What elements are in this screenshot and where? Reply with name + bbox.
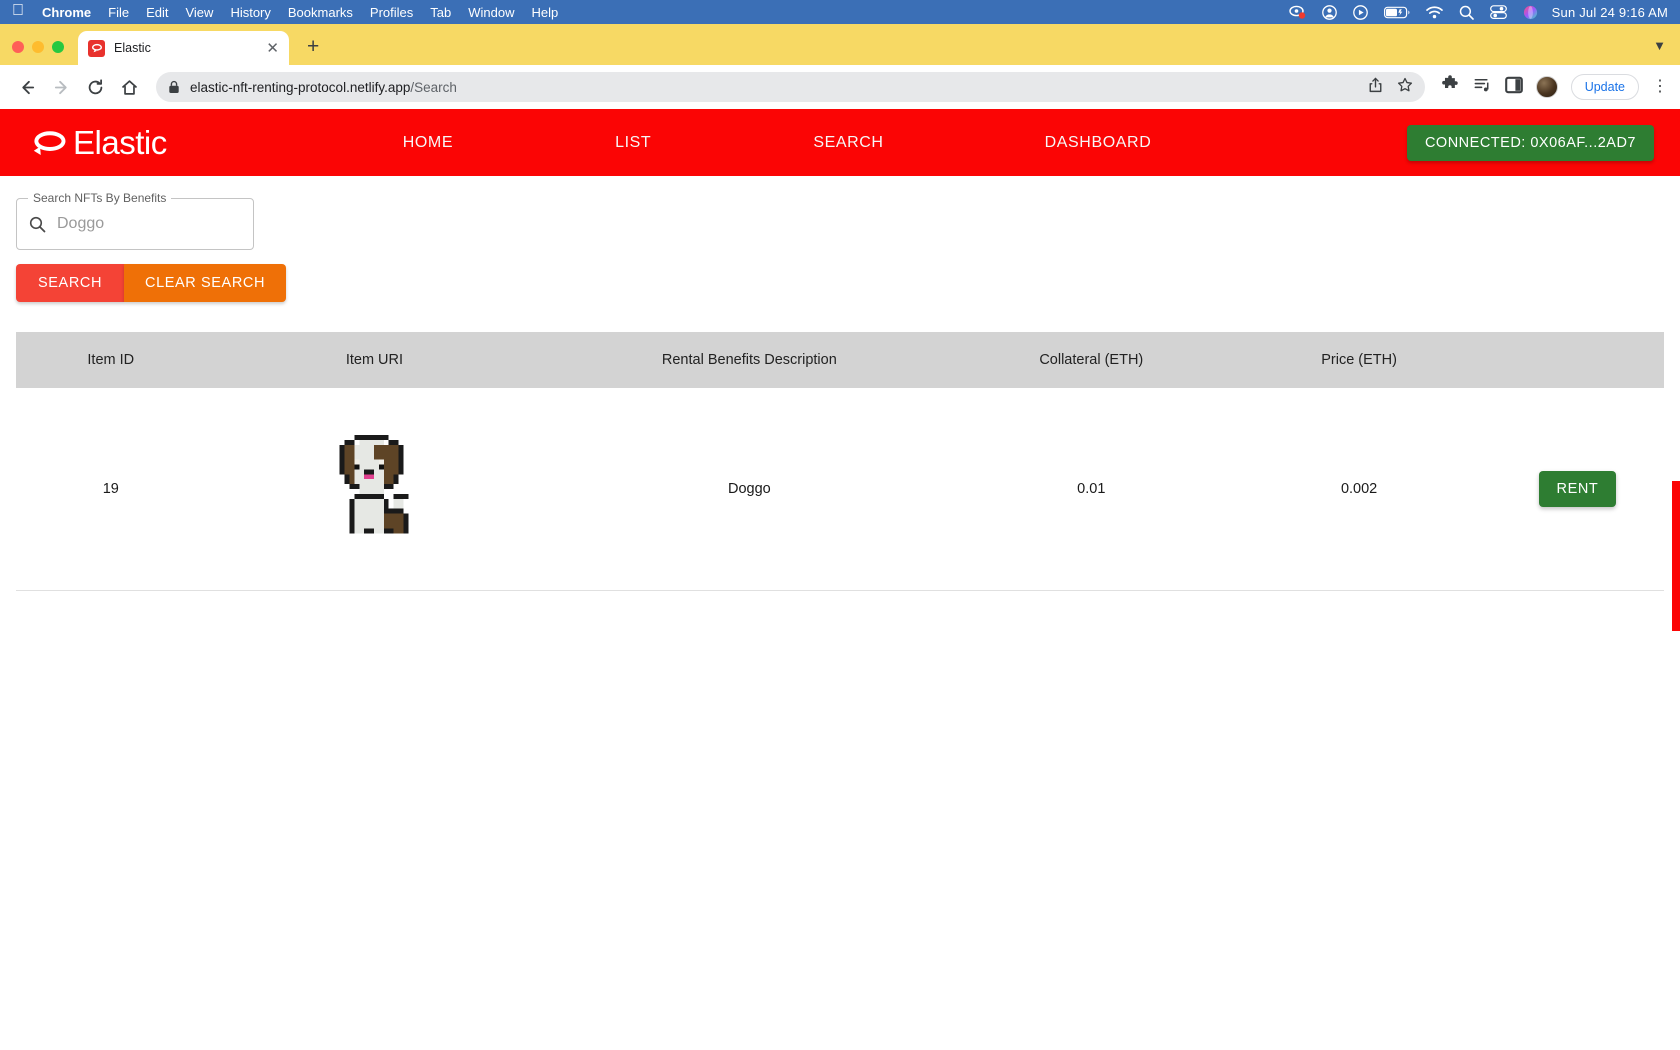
- side-panel-icon[interactable]: [1504, 76, 1523, 99]
- maximize-window-button[interactable]: [52, 41, 64, 53]
- column-action: [1491, 332, 1664, 388]
- search-icon: [29, 216, 46, 233]
- address-bar[interactable]: elastic-nft-renting-protocol.netlify.app…: [156, 72, 1425, 102]
- menu-item-chrome[interactable]: Chrome: [42, 5, 91, 20]
- rent-button[interactable]: RENT: [1538, 470, 1617, 507]
- site-nav-links: HOME LIST SEARCH DASHBOARD: [379, 134, 1176, 152]
- star-icon[interactable]: [1397, 77, 1413, 98]
- brand[interactable]: Elastic: [30, 124, 167, 162]
- tab-title: Elastic: [114, 41, 151, 55]
- spotlight-search-icon[interactable]: [1459, 5, 1474, 20]
- search-field-wrapper[interactable]: Search NFTs By Benefits: [16, 191, 254, 250]
- page-scrollbar[interactable]: [1672, 481, 1680, 631]
- menu-item-edit[interactable]: Edit: [146, 5, 168, 20]
- chrome-tab-strip: Elastic ✕ + ▼: [0, 24, 1680, 65]
- column-collateral: Collateral (ETH): [1039, 352, 1144, 368]
- wifi-icon[interactable]: [1425, 5, 1443, 19]
- column-item-uri: Item URI: [345, 352, 404, 368]
- profile-avatar[interactable]: [1535, 76, 1558, 98]
- close-window-button[interactable]: [12, 41, 24, 53]
- toolbar-right-actions: Update ⋮: [1437, 74, 1668, 100]
- control-center-icon[interactable]: [1489, 5, 1507, 19]
- elastic-loop-favicon: [88, 39, 105, 57]
- battery-icon[interactable]: [1383, 6, 1410, 19]
- elastic-loop-icon: [30, 128, 68, 158]
- control-center-badge-icon[interactable]: [1288, 5, 1306, 19]
- column-item-id: Item ID: [87, 352, 135, 368]
- puzzle-piece-icon[interactable]: [1441, 75, 1460, 99]
- table-header: Item ID Item URI Rental Benefits Descrip…: [16, 332, 1664, 388]
- new-tab-button[interactable]: +: [307, 36, 319, 65]
- update-button[interactable]: Update: [1570, 74, 1639, 100]
- page-body: Elastic HOME LIST SEARCH DASHBOARD CONNE…: [0, 109, 1680, 631]
- table-body: 19 Doggo 0.01 0.002 RENT: [16, 388, 1664, 590]
- reload-icon[interactable]: [80, 72, 110, 102]
- kebab-menu-icon[interactable]: ⋮: [1652, 79, 1668, 95]
- macos-menu-bar:  Chrome File Edit View History Bookmark…: [0, 0, 1680, 24]
- pixel-art-dog-nft: [320, 429, 429, 548]
- menu-item-help[interactable]: Help: [532, 5, 559, 20]
- search-button[interactable]: SEARCH: [16, 264, 125, 302]
- nav-link-dashboard[interactable]: DASHBOARD: [1021, 134, 1176, 152]
- user-account-icon[interactable]: [1321, 4, 1337, 20]
- search-input[interactable]: [57, 215, 241, 233]
- search-panel: Search NFTs By Benefits SEARCH CLEAR SEA…: [0, 176, 1680, 302]
- menu-item-view[interactable]: View: [185, 5, 213, 20]
- url-path: /Search: [410, 79, 457, 95]
- wallet-connected-button[interactable]: CONNECTED: 0X06AF...2AD7: [1406, 124, 1654, 161]
- menu-item-tab[interactable]: Tab: [430, 5, 451, 20]
- search-field-label: Search NFTs By Benefits: [28, 191, 172, 205]
- siri-icon[interactable]: [1523, 5, 1538, 20]
- cell-description: Doggo: [727, 480, 771, 497]
- menu-item-bookmarks[interactable]: Bookmarks: [288, 5, 353, 20]
- clear-search-button[interactable]: CLEAR SEARCH: [124, 264, 287, 302]
- column-rental-benefits: Rental Benefits Description: [661, 352, 837, 368]
- omnibox-actions: [1358, 77, 1413, 98]
- play-circle-icon[interactable]: [1352, 4, 1368, 20]
- minimize-window-button[interactable]: [32, 41, 44, 53]
- brand-name: Elastic: [73, 123, 167, 161]
- lock-icon: [168, 80, 180, 94]
- apple-logo-icon[interactable]: : [12, 3, 24, 19]
- nav-link-home[interactable]: HOME: [379, 134, 477, 152]
- home-icon[interactable]: [114, 72, 144, 102]
- share-icon[interactable]: [1368, 77, 1383, 98]
- nft-results-table: Item ID Item URI Rental Benefits Descrip…: [16, 332, 1664, 591]
- column-price: Price (ETH): [1321, 352, 1397, 368]
- menubar-clock[interactable]: Sun Jul 24 9:16 AM: [1552, 5, 1668, 20]
- table-header-row: Item ID Item URI Rental Benefits Descrip…: [16, 332, 1664, 388]
- forward-arrow-icon[interactable]: [46, 72, 76, 102]
- window-traffic-lights: [12, 41, 64, 65]
- nav-link-search[interactable]: SEARCH: [789, 134, 907, 152]
- menu-item-profiles[interactable]: Profiles: [370, 5, 413, 20]
- tab-close-icon[interactable]: ✕: [266, 41, 279, 56]
- menu-item-file[interactable]: File: [108, 5, 129, 20]
- cell-collateral: 0.01: [1077, 480, 1106, 497]
- menu-item-window[interactable]: Window: [468, 5, 514, 20]
- menubar-status-icons: [1288, 4, 1538, 20]
- chevron-down-icon[interactable]: ▼: [1653, 38, 1680, 65]
- cell-item-id: 19: [102, 480, 119, 497]
- cell-price: 0.002: [1340, 480, 1378, 497]
- nav-link-list[interactable]: LIST: [591, 134, 675, 152]
- address-bar-url: elastic-nft-renting-protocol.netlify.app…: [190, 80, 457, 95]
- reading-list-icon[interactable]: [1473, 75, 1492, 99]
- browser-toolbar: elastic-nft-renting-protocol.netlify.app…: [0, 65, 1680, 109]
- menu-item-history[interactable]: History: [230, 5, 270, 20]
- site-navbar: Elastic HOME LIST SEARCH DASHBOARD CONNE…: [0, 109, 1680, 176]
- url-domain: elastic-nft-renting-protocol.netlify.app: [190, 79, 411, 95]
- search-button-row: SEARCH CLEAR SEARCH: [16, 264, 1680, 302]
- table-row[interactable]: 19 Doggo 0.01 0.002 RENT: [16, 388, 1664, 590]
- cell-action: RENT: [1491, 388, 1664, 590]
- back-arrow-icon[interactable]: [12, 72, 42, 102]
- cell-item-uri: [206, 388, 544, 590]
- browser-tab[interactable]: Elastic ✕: [78, 31, 289, 65]
